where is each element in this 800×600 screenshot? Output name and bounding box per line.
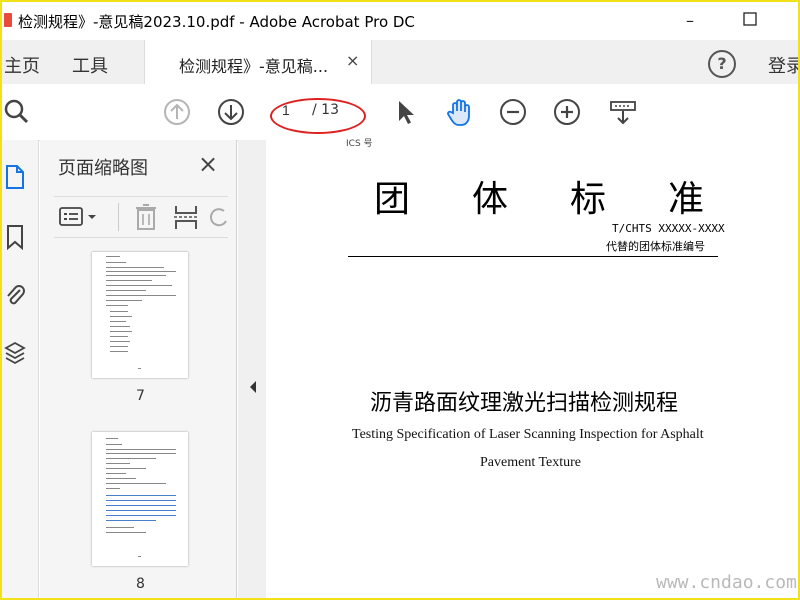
document-tab[interactable]: 检测规程》-意见稿... × (144, 40, 372, 84)
rotate-icon[interactable] (210, 205, 228, 229)
thumbnails-panel: 页面缩略图 × 7 8 (40, 140, 272, 598)
tab-home[interactable]: 主页 (4, 52, 40, 78)
thumbnail-page-7[interactable] (92, 252, 188, 378)
document-title-cn: 沥青路面纹理激光扫描检测规程 (370, 391, 679, 416)
help-button[interactable]: ? (708, 50, 736, 78)
thumbnail-page-number: 7 (136, 388, 145, 404)
thumbnail-page-8[interactable] (92, 432, 188, 566)
next-page-icon[interactable] (216, 97, 246, 127)
heading-char: 标 (569, 179, 606, 220)
panel-title: 页面缩略图 (58, 158, 148, 179)
panel-close-button[interactable]: × (198, 150, 218, 178)
document-title-en-line1: Testing Specification of Laser Scanning … (352, 427, 704, 442)
app-window: 检测规程》-意见稿2023.10.pdf - Adobe Acrobat Pro… (0, 0, 800, 600)
collapse-arrow-icon[interactable] (248, 380, 258, 394)
annotation-ellipse (270, 98, 366, 134)
login-button[interactable]: 登录 (768, 52, 798, 78)
window-title: 检测规程》-意见稿2023.10.pdf - Adobe Acrobat Pro… (18, 13, 415, 31)
thumbnail-page-number: 8 (136, 576, 145, 592)
standard-number: T/CHTS XXXXX-XXXX (612, 222, 725, 235)
attachment-icon[interactable] (4, 282, 26, 308)
panel-toolbar (54, 196, 228, 238)
options-menu-icon[interactable] (58, 205, 102, 229)
heading-char: 体 (471, 179, 508, 220)
heading-char: 团 (374, 179, 411, 220)
previous-page-icon[interactable] (162, 97, 192, 127)
zoom-out-icon[interactable] (498, 97, 528, 127)
scroll-mode-icon[interactable] (608, 97, 638, 127)
layers-icon[interactable] (4, 340, 26, 366)
left-rail (2, 140, 39, 598)
page-thumbnails-icon[interactable] (4, 164, 26, 190)
document-tab-label: 检测规程》-意见稿... (179, 57, 329, 76)
acrobat-icon (4, 13, 12, 27)
standard-heading: 团 体 标 准 (374, 170, 704, 222)
minimize-button[interactable]: – (670, 8, 710, 34)
title-bar: 检测规程》-意见稿2023.10.pdf - Adobe Acrobat Pro… (2, 2, 798, 40)
divider (118, 203, 119, 231)
search-icon[interactable] (2, 97, 32, 127)
select-cursor-icon[interactable] (390, 97, 420, 127)
document-title-en-line2: Pavement Texture (480, 455, 582, 470)
heading-char: 准 (667, 179, 704, 220)
document-page: ICS 号 团 体 标 准 T/CHTS XXXXX-XXXX 代替的团体标准编… (266, 139, 798, 598)
zoom-in-icon[interactable] (552, 97, 582, 127)
bookmark-icon[interactable] (4, 224, 26, 250)
header-rule (348, 256, 718, 257)
watermark: www.cndao.com (656, 572, 797, 593)
delete-icon[interactable] (134, 203, 158, 231)
replaces-standard: 代替的团体标准编号 (606, 240, 705, 253)
tab-bar: 主页 工具 检测规程》-意见稿... × ? 登录 (2, 40, 798, 85)
maximize-button[interactable] (730, 8, 770, 34)
tab-tools[interactable]: 工具 (72, 52, 108, 78)
panel-collapse-gutter[interactable] (238, 140, 267, 598)
hand-tool-icon[interactable] (444, 97, 474, 127)
toolbar: / 13 (2, 84, 798, 141)
close-tab-button[interactable]: × (346, 51, 359, 70)
maximize-icon (743, 12, 757, 26)
extract-pages-icon[interactable] (172, 203, 200, 231)
ics-label: ICS 号 (346, 139, 373, 149)
